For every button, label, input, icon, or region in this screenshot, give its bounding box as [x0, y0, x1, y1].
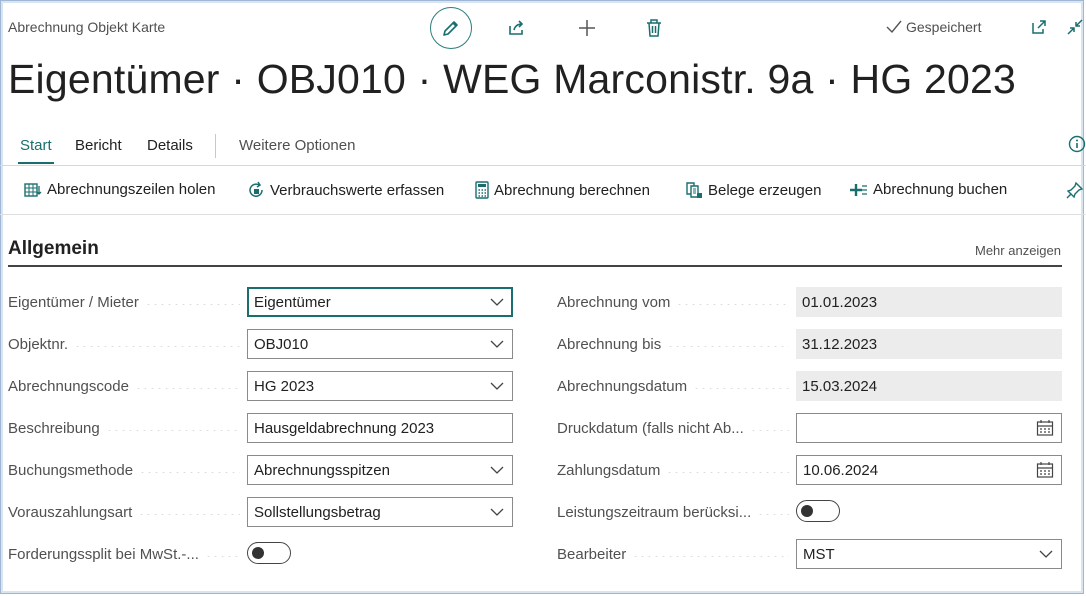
active-tab-indicator: [18, 162, 54, 164]
open-new-window-icon: [1032, 20, 1046, 34]
prepayment-type-value: Sollstellungsbetrag: [254, 503, 381, 521]
fetch-lines-button[interactable]: Abrechnungszeilen holen: [24, 181, 215, 198]
posting-method-value: Abrechnungsspitzen: [254, 461, 390, 479]
field-label: Beschreibung: [8, 413, 240, 443]
field-label: Objektnr.: [8, 329, 240, 359]
section-underline: [8, 265, 1062, 267]
tab-weitere-optionen[interactable]: Weitere Optionen: [239, 137, 355, 154]
owner-tenant-value: Eigentümer: [254, 293, 331, 311]
billing-date-value: 15.03.2024: [802, 377, 878, 395]
pin-button[interactable]: [1066, 181, 1084, 199]
editor-value: MST: [803, 545, 835, 563]
add-button[interactable]: [566, 7, 608, 49]
collapse-button[interactable]: [1064, 16, 1086, 38]
editor-select[interactable]: MST: [796, 539, 1062, 569]
posting-method-select[interactable]: Abrechnungsspitzen: [247, 455, 513, 485]
object-number-value: OBJ010: [254, 335, 309, 353]
documents-icon: [686, 182, 702, 198]
field-label: Leistungszeitraum berücksi...: [557, 497, 789, 527]
prepayment-type-select[interactable]: Sollstellungsbetrag: [247, 497, 513, 527]
breadcrumb: Abrechnung Objekt Karte: [8, 19, 166, 35]
chevron-down-icon: [1031, 550, 1061, 558]
payment-date-value: 10.06.2024: [803, 461, 879, 479]
collapse-icon: [1067, 19, 1083, 35]
section-title: Allgemein: [8, 238, 99, 259]
info-icon: [1068, 135, 1086, 153]
billing-from-value: 01.01.2023: [802, 293, 878, 311]
description-input[interactable]: Hausgeldabrechnung 2023: [247, 413, 513, 443]
field-label: Abrechnung vom: [557, 287, 789, 317]
billing-code-value: HG 2023: [254, 377, 315, 395]
pencil-icon: [443, 21, 458, 36]
plus-icon: [579, 20, 595, 36]
saved-status-text: Gespeichert: [906, 19, 982, 35]
post-button[interactable]: Abrechnung buchen: [850, 181, 1007, 198]
field-label: Druckdatum (falls nicht Ab...: [557, 413, 789, 443]
trash-icon: [647, 19, 661, 37]
field-label: Forderungssplit bei MwSt.-...: [8, 539, 240, 569]
calendar-icon[interactable]: [1029, 461, 1061, 479]
open-new-window-button[interactable]: [1028, 16, 1050, 38]
billing-code-select[interactable]: HG 2023: [247, 371, 513, 401]
field-label: Abrechnungsdatum: [557, 371, 789, 401]
field-label: Zahlungsdatum: [557, 455, 789, 485]
pin-icon: [1066, 181, 1084, 199]
calculator-icon: [475, 181, 489, 199]
chevron-down-icon: [482, 466, 512, 474]
chevron-down-icon: [482, 508, 512, 516]
post-icon: [850, 183, 867, 196]
calculate-button[interactable]: Abrechnung berechnen: [475, 181, 650, 199]
chevron-down-icon: [482, 298, 512, 306]
billing-to-field: 31.12.2023: [796, 329, 1062, 359]
calculate-label: Abrechnung berechnen: [494, 181, 650, 199]
field-label: Abrechnungscode: [8, 371, 240, 401]
field-label: Abrechnung bis: [557, 329, 789, 359]
toggle-knob: [801, 505, 813, 517]
payment-date-input[interactable]: 10.06.2024: [796, 455, 1062, 485]
saved-status: Gespeichert: [886, 19, 981, 35]
post-label: Abrechnung buchen: [873, 181, 1008, 198]
create-documents-button[interactable]: Belege erzeugen: [685, 181, 821, 199]
fetch-lines-icon: [24, 182, 42, 197]
checkmark-icon: [886, 20, 902, 34]
billing-from-field: 01.01.2023: [796, 287, 1062, 317]
share-icon: [509, 20, 524, 35]
edit-button[interactable]: [430, 7, 472, 49]
show-more-link[interactable]: Mehr anzeigen: [975, 243, 1061, 258]
chevron-down-icon: [482, 382, 512, 390]
field-label: Buchungsmethode: [8, 455, 240, 485]
action-bar-divider: [0, 214, 1086, 215]
share-button[interactable]: [496, 7, 538, 49]
action-bar: Abrechnungszeilen holen Verbrauchswerte …: [0, 166, 1086, 214]
refresh-icon: [249, 181, 263, 197]
service-period-toggle[interactable]: [796, 500, 840, 522]
field-label: Bearbeiter: [557, 539, 789, 569]
owner-tenant-select[interactable]: Eigentümer: [247, 287, 513, 317]
info-button[interactable]: [1068, 135, 1086, 158]
billing-date-field: 15.03.2024: [796, 371, 1062, 401]
toggle-knob: [252, 547, 264, 559]
tab-start[interactable]: Start: [20, 137, 52, 154]
tab-separator: [215, 134, 216, 158]
tab-bar: Start Bericht Details Weitere Optionen: [0, 132, 1086, 166]
chevron-down-icon: [482, 340, 512, 348]
print-date-input[interactable]: [796, 413, 1062, 443]
delete-button[interactable]: [633, 7, 675, 49]
object-number-select[interactable]: OBJ010: [247, 329, 513, 359]
create-documents-label: Belege erzeugen: [708, 181, 822, 199]
description-value: Hausgeldabrechnung 2023: [254, 419, 435, 437]
page-title: Eigentümer · OBJ010 · WEG Marconistr. 9a…: [8, 56, 1017, 102]
field-label: Vorauszahlungsart: [8, 497, 240, 527]
billing-to-value: 31.12.2023: [802, 335, 878, 353]
fetch-lines-label: Abrechnungszeilen holen: [47, 181, 216, 198]
field-label: Eigentümer / Mieter: [8, 287, 240, 317]
capture-consumption-label: Verbrauchswerte erfassen: [270, 181, 445, 199]
capture-consumption-button[interactable]: Verbrauchswerte erfassen: [247, 181, 444, 199]
calendar-icon[interactable]: [1029, 419, 1061, 437]
tab-bericht[interactable]: Bericht: [75, 137, 122, 154]
tab-details[interactable]: Details: [147, 137, 193, 154]
vat-split-toggle[interactable]: [247, 542, 291, 564]
